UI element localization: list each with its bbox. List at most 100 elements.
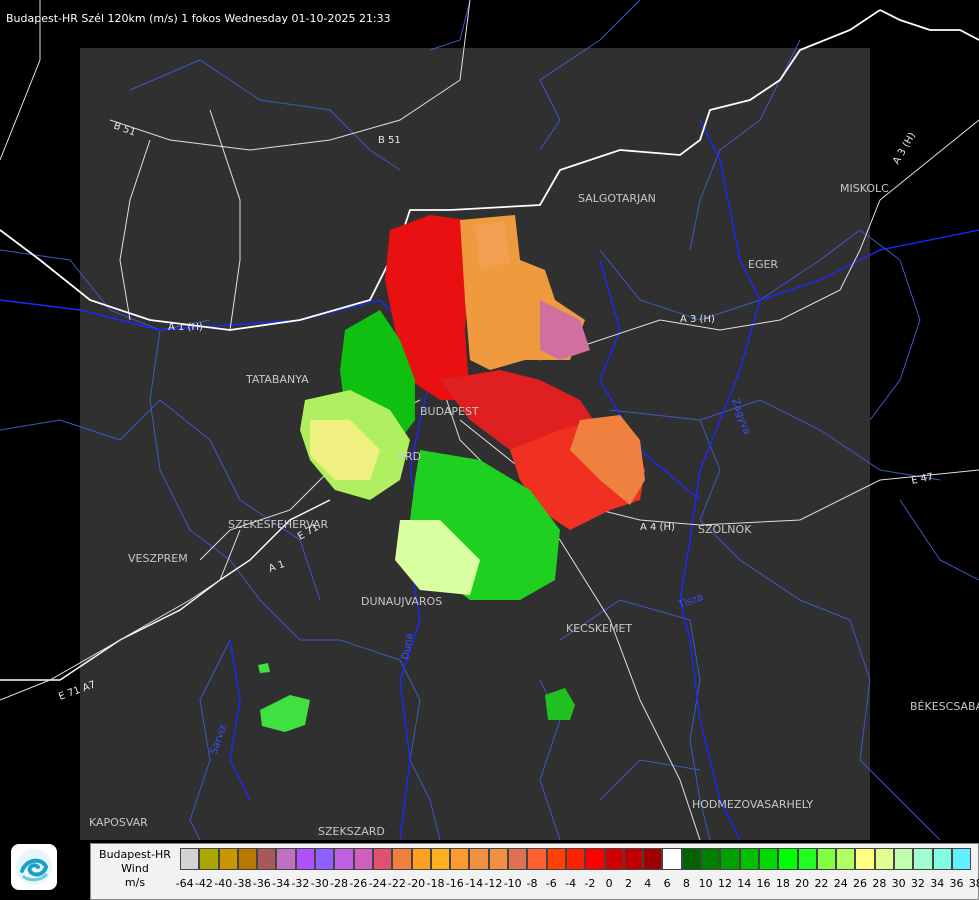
legend-ticks: -64 -42 -40 -38 -36 -34 -32 -30 -28 -26 -24 -22 -20-… <box>176 877 979 890</box>
legend-swatch <box>874 848 894 870</box>
legend-swatch <box>681 848 702 870</box>
color-legend: Budapest-HR Wind m/s -64 -42 -40 -38 -36 -34-… <box>90 843 979 900</box>
legend-tick-label: -14 <box>465 877 484 890</box>
legend-swatch <box>199 848 219 870</box>
city-label: BUDAPEST <box>420 405 479 418</box>
legend-swatch <box>276 848 296 870</box>
city-label: BÉKESCSABA <box>910 700 979 713</box>
legend-swatch <box>893 848 914 870</box>
city-label: DUNAUJVAROS <box>361 595 442 608</box>
road-label: A 4 (H) <box>640 522 675 533</box>
legend-swatch <box>758 848 779 870</box>
radar-map: SALGOTARJAN EGER MISKOLC TATABANYA BUDAP… <box>0 0 979 840</box>
echo-orange-north2 <box>475 222 510 270</box>
city-label: KAPOSVAR <box>89 816 148 829</box>
legend-tick-label: -4 <box>565 877 577 890</box>
legend-title-line: Wind <box>121 862 149 875</box>
legend-swatch <box>778 848 798 870</box>
legend-tick-label: -6 <box>545 877 557 890</box>
city-label: MISKOLC <box>840 182 889 195</box>
legend-swatch <box>623 848 644 870</box>
legend-swatch <box>353 848 373 870</box>
legend-swatch <box>585 848 605 870</box>
legend-tick-label: -34 <box>272 877 291 890</box>
legend-tick-label: -22 <box>387 877 406 890</box>
legend-tick-label: -30 <box>310 877 329 890</box>
legend-swatch <box>913 848 933 870</box>
legend-swatch <box>508 848 528 870</box>
legend-tick-label: 20 <box>795 877 810 890</box>
city-label: EGER <box>748 258 778 271</box>
legend-tick-label: -40 <box>214 877 233 890</box>
legend-swatch <box>604 848 624 870</box>
legend-tick-label: 10 <box>698 877 713 890</box>
legend-tick-label: -38 <box>233 877 252 890</box>
road-label: A 1 (H) <box>168 322 203 333</box>
legend-swatch <box>662 848 682 870</box>
legend-swatch <box>450 848 470 870</box>
city-label: ÉRD <box>398 450 421 463</box>
legend-swatch <box>797 848 817 870</box>
legend-swatch <box>546 848 566 870</box>
legend-tick-label: 18 <box>775 877 790 890</box>
legend-swatch <box>295 848 316 870</box>
legend-tick-label: -2 <box>584 877 596 890</box>
legend-swatch <box>372 848 393 870</box>
legend-tick-label: -32 <box>291 877 310 890</box>
legend-tick-label: -28 <box>330 877 348 890</box>
legend-tick-label: -36 <box>252 877 271 890</box>
legend-tick-label: -64 <box>175 877 194 890</box>
legend-tick-label: 36 <box>949 877 964 890</box>
omsz-wave-icon <box>16 849 52 885</box>
city-label: SZEKSZARD <box>318 825 385 838</box>
legend-swatch <box>237 848 258 870</box>
legend-tick-label: 2 <box>624 877 632 890</box>
legend-tick-label: 26 <box>853 877 868 890</box>
road-label: E 47 <box>910 472 934 487</box>
legend-tick-label: 38 <box>968 877 979 890</box>
legend-title-line: Budapest-HR <box>99 848 171 861</box>
legend-tick-label: -16 <box>445 877 464 890</box>
legend-tick-label: 0 <box>605 877 613 890</box>
city-label: SZOLNOK <box>698 523 752 536</box>
legend-swatch <box>643 848 663 870</box>
legend-swatch <box>180 848 200 870</box>
omsz-logo <box>11 844 57 890</box>
radar-domain <box>80 48 870 840</box>
legend-title-line: m/s <box>124 876 146 889</box>
legend-tick-label: -26 <box>349 877 368 890</box>
city-label: TATABANYA <box>245 373 309 386</box>
legend-swatch <box>855 848 875 870</box>
legend-tick-label: 30 <box>891 877 906 890</box>
legend-tick-label: -12 <box>484 877 503 890</box>
legend-swatches <box>180 848 972 870</box>
legend-tick-label: -42 <box>194 877 213 890</box>
legend-tick-label: 34 <box>930 877 945 890</box>
road-label: A 3 (H) <box>891 131 918 167</box>
legend-tick-label: 32 <box>910 877 925 890</box>
city-label: SALGOTARJAN <box>578 192 656 205</box>
legend-swatch <box>951 848 972 870</box>
legend-swatch <box>411 848 431 870</box>
city-label: VESZPREM <box>128 552 188 565</box>
legend-tick-label: 24 <box>833 877 848 890</box>
legend-swatch <box>257 848 277 870</box>
legend-tick-label: -18 <box>426 877 445 890</box>
legend-title: Budapest-HR Wind m/s <box>91 848 179 890</box>
legend-tick-label: 8 <box>682 877 690 890</box>
legend-tick-label: -20 <box>407 877 426 890</box>
legend-tick-label: 28 <box>872 877 887 890</box>
legend-tick-label: 12 <box>717 877 732 890</box>
legend-tick-label: 22 <box>814 877 829 890</box>
legend-swatch <box>565 848 586 870</box>
city-label: KECSKEMET <box>566 622 632 635</box>
legend-tick-label: 4 <box>644 877 652 890</box>
legend-swatch <box>488 848 509 870</box>
legend-swatch <box>392 848 412 870</box>
legend-tick-label: -10 <box>503 877 522 890</box>
city-label: HODMEZOVASARHELY <box>692 798 813 811</box>
legend-swatch <box>701 848 721 870</box>
legend-swatch <box>430 848 451 870</box>
legend-tick-label: -24 <box>368 877 387 890</box>
legend-swatch <box>816 848 837 870</box>
